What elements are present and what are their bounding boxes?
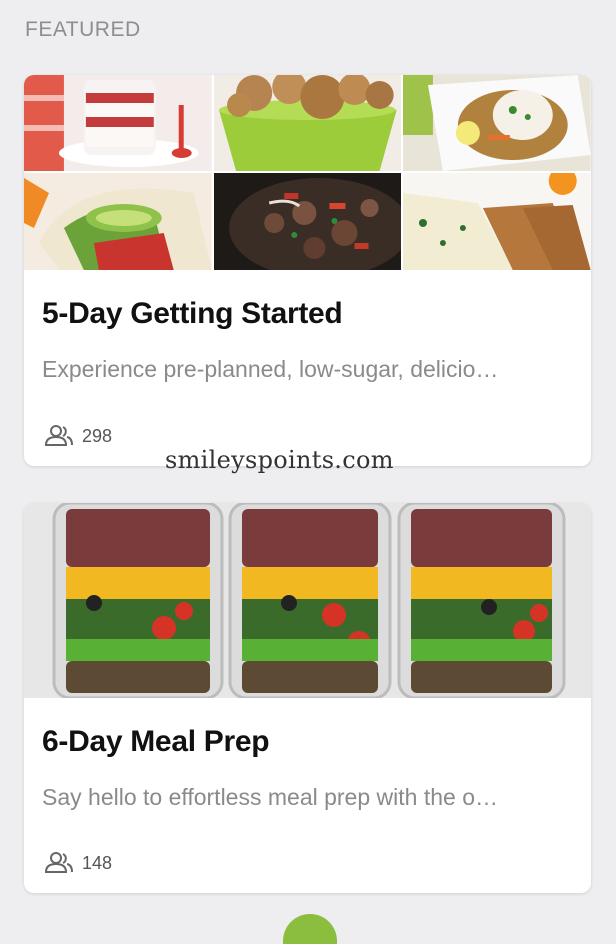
food-photo-parfait [24, 75, 212, 171]
section-label: FEATURED [25, 18, 141, 41]
members-count: 298 [44, 425, 112, 447]
program-card-getting-started[interactable]: 5-Day Getting Started Experience pre-pla… [24, 75, 591, 466]
members-count-value: 298 [82, 425, 113, 446]
card-description: Experience pre-planned, low-sugar, delic… [42, 356, 499, 382]
members-count: 148 [44, 852, 112, 874]
card-description: Say hello to effortless meal prep with t… [42, 784, 498, 810]
program-card-meal-prep[interactable]: 6-Day Meal Prep Say hello to effortless … [24, 503, 591, 893]
members-count-value: 148 [82, 852, 113, 873]
food-photo-omelette-toast [403, 173, 591, 270]
card-title: 6-Day Meal Prep [42, 725, 270, 758]
food-photo-meal-prep-containers [24, 503, 591, 700]
watermark: smileyspoints.com [165, 446, 394, 474]
program-image-collage [24, 75, 591, 270]
food-photo-avocado-wrap [24, 173, 212, 270]
food-photo-stir-fry [213, 173, 402, 270]
people-icon [44, 425, 73, 446]
food-photo-energy-bites [213, 75, 402, 171]
bottom-action-button-edge[interactable] [283, 914, 337, 944]
card-title: 5-Day Getting Started [42, 297, 343, 330]
food-photo-plated-dish [403, 75, 591, 171]
people-icon [44, 852, 73, 873]
